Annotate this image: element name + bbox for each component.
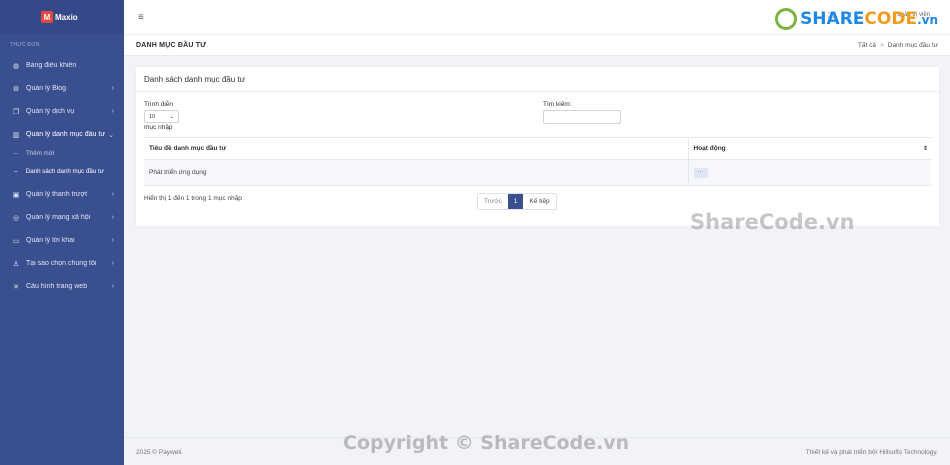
sidebar-item-social[interactable]: ◎ Quản lý mạng xã hội › [0,206,124,229]
portfolio-list-card: Danh sách danh mục đầu tư Trình diễn 10 … [136,67,939,226]
dash-icon: – [14,150,18,157]
table-info: Hiển thị 1 đến 1 trong 1 mục nhập [144,195,242,202]
watermark-bottom-text: Copyright © ShareCode.vn [343,432,630,454]
chevron-right-icon: › [111,260,114,267]
menu-section-label: THỰC ĐƠN [10,42,40,48]
sidebar-item-portfolio[interactable]: ▥ Quản lý danh mục đầu tư ⌄ [0,123,124,146]
sidebar-item-label: Tại sao chọn chúng tôi [26,260,97,267]
length-select-value: 10 [149,113,156,120]
row-action-button[interactable]: ··· [693,167,708,178]
sidebar-item-dashboard[interactable]: ◍ Bảng điều khiển [0,54,124,77]
watermark-logo: SHARECODE.vn [775,8,938,30]
comment-icon: ▭ [12,237,20,245]
sidebar-item-label: Quản lý mạng xã hội [26,214,91,221]
column-header-action-label: Hoạt động [693,145,726,152]
table-cell-action: ··· [688,159,931,186]
portfolio-table: Tiêu đề danh mục đầu tư Hoạt động ⇕ Phát… [144,137,931,186]
sidebar-item-slider[interactable]: ▣ Quản lý thanh trượt › [0,183,124,206]
pagination-page-1[interactable]: 1 [507,194,524,209]
sidebar-item-blog[interactable]: ⚙ Quản lý Blog › [0,77,124,100]
sidebar-item-label: Quản lý danh mục đầu tư [26,131,106,138]
chart-icon: ▥ [12,131,20,139]
breadcrumb-separator: > [879,42,884,49]
brand-logo-icon: M [41,11,53,23]
sidebar-item-site-config[interactable]: ✕ Cấu hình trang web › [0,275,124,298]
page-title: DANH MỤC ĐẦU TƯ [136,42,207,49]
sidebar-item-label: Quản lý lời khai [26,237,75,244]
dash-icon: – [14,168,18,175]
sidebar-subitem-label: Danh sách danh mục đầu tư [25,168,104,175]
length-suffix: mục nhập [144,124,173,131]
image-icon: ▣ [12,191,20,199]
watermark-logo-text: SHARECODE.vn [800,9,938,29]
breadcrumb: Tất cả > Danh mục đầu tư [858,42,938,49]
sidebar-item-label: Quản lý dịch vụ [26,108,75,115]
chevron-right-icon: › [111,283,114,290]
question-icon: ♙ [12,260,20,268]
dashboard-icon: ◍ [12,62,20,70]
sidebar-item-services[interactable]: ❐ Quản lý dịch vụ › [0,100,124,123]
table-row: Phát triển ứng dụng ··· [144,159,931,186]
service-icon: ❐ [12,108,20,116]
sidebar-item-label: Bảng điều khiển [26,62,77,69]
sidebar-item-testimonials[interactable]: ▭ Quản lý lời khai › [0,229,124,252]
chevron-right-icon: › [111,85,114,92]
pagination: Trước 1 Kế tiếp [477,193,557,210]
pagination-prev[interactable]: Trước [478,194,508,209]
pagination-next[interactable]: Kế tiếp [523,194,555,209]
sidebar-item-label: Quản lý thanh trượt [26,191,88,198]
page-header: DANH MỤC ĐẦU TƯ Tất cả > Danh mục đầu tư [124,34,950,56]
sidebar-item-why-us[interactable]: ♙ Tại sao chọn chúng tôi › [0,252,124,275]
brand-name: Maxio [55,12,78,22]
sidebar: M Maxio THỰC ĐƠN ◍ Bảng điều khiển ⚙ Quả… [0,0,124,465]
sidebar-subitem-portfolio-list[interactable]: – Danh sách danh mục đầu tư [0,167,124,176]
chevron-right-icon: › [111,214,114,221]
watermark-circle-icon [775,8,798,30]
column-header-title[interactable]: Tiêu đề danh mục đầu tư [144,137,689,160]
menu-toggle-icon[interactable]: ≡ [138,12,144,23]
table-cell-title: Phát triển ứng dụng [144,159,689,186]
table-header-row: Tiêu đề danh mục đầu tư Hoạt động ⇕ [144,137,931,160]
chevron-down-icon: ⌄ [108,131,114,139]
chevron-right-icon: › [111,237,114,244]
breadcrumb-current: Danh mục đầu tư [887,42,938,49]
chevron-down-icon: ⌄ [169,113,174,120]
blog-icon: ⚙ [12,85,20,93]
chevron-right-icon: › [111,108,114,115]
sidebar-item-label: Quản lý Blog [26,85,67,92]
sidebar-item-label: Cấu hình trang web [26,283,88,290]
sort-icon: ⇕ [922,146,928,152]
length-label: Trình diễn [144,101,174,108]
card-title: Danh sách danh mục đầu tư [136,67,939,92]
breadcrumb-root[interactable]: Tất cả [858,42,876,49]
globe-icon: ◎ [12,214,20,222]
sidebar-subitem-add-new[interactable]: – Thêm mới [0,149,124,158]
sidebar-subitem-label: Thêm mới [26,150,55,157]
search-label: Tìm kiếm: [543,101,572,108]
footer-copyright: 2025 © Payweli. [136,449,184,456]
watermark-center-text: ShareCode.vn [690,210,855,234]
column-header-action[interactable]: Hoạt động ⇕ [688,137,931,160]
search-input[interactable] [543,110,621,124]
footer-credit: Thiết kế và phát triển bởi Hillsofts Tec… [805,449,938,456]
topbar: ≡ ⛶ ☾ quản trị viên SHARECODE.vn [124,0,950,34]
length-select[interactable]: 10 ⌄ [144,110,179,123]
chevron-right-icon: › [111,191,114,198]
tools-icon: ✕ [13,283,19,291]
brand[interactable]: M Maxio [0,0,124,34]
